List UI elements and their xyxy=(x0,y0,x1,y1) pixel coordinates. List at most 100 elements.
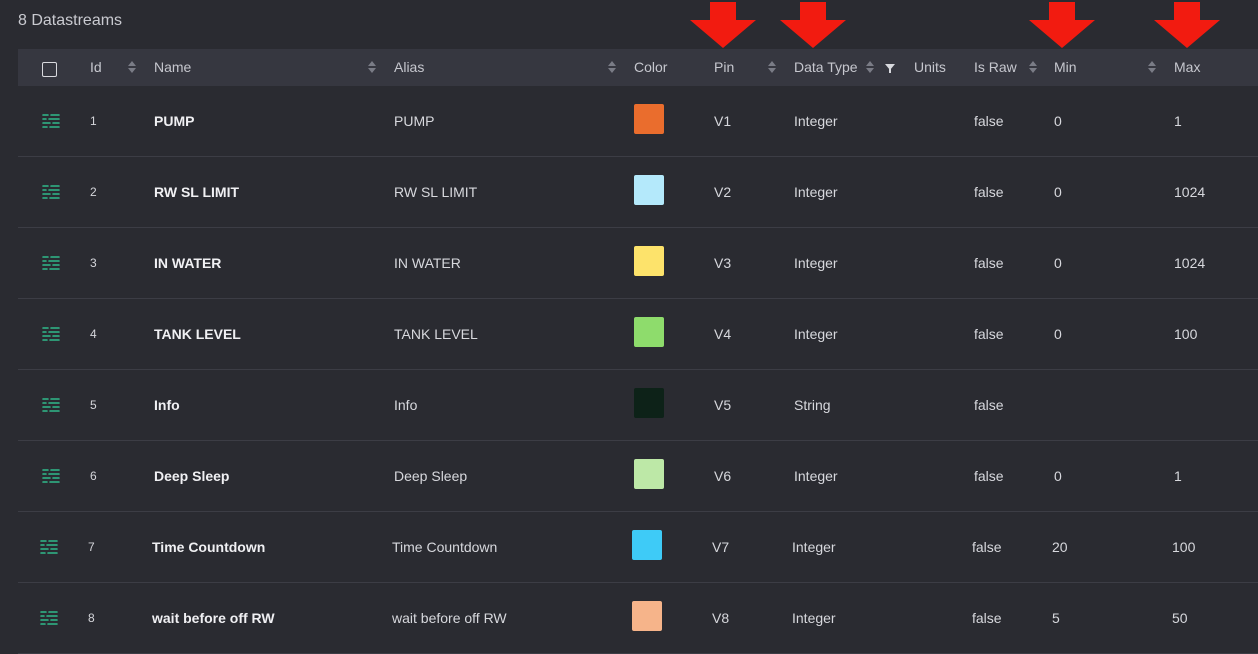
header-color: Color xyxy=(634,59,668,75)
row-max: 1 xyxy=(1174,113,1182,129)
header-id[interactable]: Id xyxy=(90,49,102,86)
table-row[interactable]: 4 TANK LEVEL TANK LEVEL V4 Integer false 0 100 xyxy=(18,299,1258,370)
red-arrow-down-icon xyxy=(780,2,846,48)
row-max: 50 xyxy=(1172,610,1188,626)
header-min[interactable]: Min xyxy=(1054,49,1077,86)
table-body: 1 PUMP PUMP V1 Integer false 0 1 2 RW SL LIMIT RW … xyxy=(18,86,1258,654)
row-name[interactable]: RW SL LIMIT xyxy=(154,157,239,227)
row-pin: V8 xyxy=(712,610,730,626)
row-min: 0 xyxy=(1054,326,1062,342)
row-name[interactable]: IN WATER xyxy=(154,228,221,298)
row-max: 100 xyxy=(1172,539,1196,555)
row-id: 2 xyxy=(90,185,97,199)
datastream-icon xyxy=(42,468,60,484)
row-data-type: Integer xyxy=(792,539,836,555)
row-pin: V7 xyxy=(712,539,730,555)
sort-id-icon[interactable] xyxy=(128,61,136,75)
row-name[interactable]: wait before off RW xyxy=(152,583,275,653)
sort-data-type-icon[interactable] xyxy=(866,61,874,75)
header-data-type[interactable]: Data Type xyxy=(794,49,858,86)
row-alias: Deep Sleep xyxy=(394,468,468,484)
table-row[interactable]: 5 Info Info V5 String false xyxy=(18,370,1258,441)
sort-min-icon[interactable] xyxy=(1148,61,1156,75)
row-id: 5 xyxy=(90,398,97,412)
table-header: Id Name Alias Color Pin Data Type Units … xyxy=(18,49,1258,86)
row-data-type: Integer xyxy=(794,468,838,484)
sort-name-icon[interactable] xyxy=(368,61,376,75)
row-data-type: Integer xyxy=(794,184,838,200)
row-is-raw: false xyxy=(974,255,1004,271)
row-id: 1 xyxy=(90,114,97,128)
row-alias: RW SL LIMIT xyxy=(394,184,478,200)
row-data-type: Integer xyxy=(794,326,838,342)
row-min: 0 xyxy=(1054,113,1062,129)
table-row[interactable]: 3 IN WATER IN WATER V3 Integer false 0 1024 xyxy=(18,228,1258,299)
row-name[interactable]: PUMP xyxy=(154,86,194,156)
page-title: 8 Datastreams xyxy=(18,12,123,29)
color-swatch xyxy=(632,530,662,560)
color-swatch xyxy=(634,246,664,276)
sort-is-raw-icon[interactable] xyxy=(1029,61,1037,75)
row-pin: V3 xyxy=(714,255,732,271)
datastream-icon xyxy=(42,255,60,271)
table-row[interactable]: 8 wait before off RW wait before off RW V8 I… xyxy=(18,583,1258,654)
row-data-type: Integer xyxy=(794,113,838,129)
row-name[interactable]: Info xyxy=(154,370,180,440)
row-id: 8 xyxy=(88,611,95,625)
row-data-type: String xyxy=(794,397,831,413)
color-swatch xyxy=(634,388,664,418)
row-is-raw: false xyxy=(972,539,1002,555)
row-name[interactable]: TANK LEVEL xyxy=(154,299,241,369)
color-swatch xyxy=(634,104,664,134)
row-name[interactable]: Time Countdown xyxy=(152,512,265,582)
table-row[interactable]: 1 PUMP PUMP V1 Integer false 0 1 xyxy=(18,86,1258,157)
row-max: 1024 xyxy=(1174,184,1206,200)
color-swatch xyxy=(634,317,664,347)
color-swatch xyxy=(632,601,662,631)
red-arrow-down-icon xyxy=(1154,2,1220,48)
row-alias: TANK LEVEL xyxy=(394,326,478,342)
row-id: 6 xyxy=(90,469,97,483)
color-swatch xyxy=(634,459,664,489)
header-is-raw[interactable]: Is Raw xyxy=(974,49,1017,86)
row-min: 0 xyxy=(1054,468,1062,484)
row-alias: wait before off RW xyxy=(392,610,507,626)
row-is-raw: false xyxy=(974,326,1004,342)
row-data-type: Integer xyxy=(792,610,836,626)
row-name[interactable]: Deep Sleep xyxy=(154,441,229,511)
header-pin[interactable]: Pin xyxy=(714,49,734,86)
row-pin: V2 xyxy=(714,184,732,200)
row-min: 5 xyxy=(1052,610,1060,626)
row-pin: V4 xyxy=(714,326,732,342)
header-alias[interactable]: Alias xyxy=(394,49,424,86)
row-alias: Info xyxy=(394,397,418,413)
row-pin: V6 xyxy=(714,468,732,484)
select-all-checkbox[interactable] xyxy=(42,62,57,77)
row-is-raw: false xyxy=(974,468,1004,484)
datastream-icon xyxy=(40,610,58,626)
row-max: 1024 xyxy=(1174,255,1206,271)
row-alias: IN WATER xyxy=(394,255,461,271)
datastream-icon xyxy=(42,397,60,413)
filter-icon[interactable] xyxy=(885,64,895,73)
header-name[interactable]: Name xyxy=(154,49,191,86)
sort-pin-icon[interactable] xyxy=(768,61,776,75)
row-id: 4 xyxy=(90,327,97,341)
header-max[interactable]: Max xyxy=(1174,49,1200,86)
table-row[interactable]: 2 RW SL LIMIT RW SL LIMIT V2 Integer false 0 10… xyxy=(18,157,1258,228)
row-is-raw: false xyxy=(974,397,1004,413)
row-id: 7 xyxy=(88,540,95,554)
datastream-icon xyxy=(42,326,60,342)
table-row[interactable]: 6 Deep Sleep Deep Sleep V6 Integer false 0 1 xyxy=(18,441,1258,512)
row-alias: PUMP xyxy=(394,113,435,129)
sort-alias-icon[interactable] xyxy=(608,61,616,75)
datastream-icon xyxy=(40,539,58,555)
row-data-type: Integer xyxy=(794,255,838,271)
datastream-icon xyxy=(42,184,60,200)
red-arrow-down-icon xyxy=(1029,2,1095,48)
row-pin: V1 xyxy=(714,113,732,129)
row-is-raw: false xyxy=(974,113,1004,129)
row-max: 1 xyxy=(1174,468,1182,484)
row-min: 0 xyxy=(1054,184,1062,200)
table-row[interactable]: 7 Time Countdown Time Countdown V7 Integer fa… xyxy=(18,512,1258,583)
